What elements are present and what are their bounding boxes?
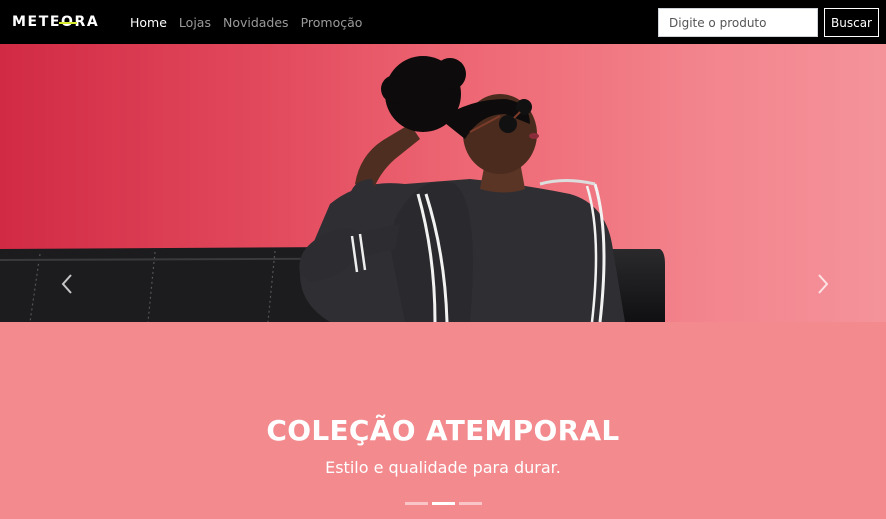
search-input[interactable] <box>658 8 818 37</box>
caption-subtitle: Estilo e qualidade para durar. <box>325 458 561 477</box>
carousel-indicator-3[interactable] <box>459 502 482 505</box>
chevron-left-icon <box>61 274 72 294</box>
carousel-indicators <box>405 502 482 505</box>
carousel-caption: COLEÇÃO ATEMPORAL Estilo e qualidade par… <box>0 322 886 519</box>
nav-links: Home Lojas Novidades Promoção <box>130 0 374 44</box>
carousel-prev-button[interactable] <box>0 44 130 322</box>
brand-logo[interactable]: METEORA <box>12 13 99 31</box>
chevron-right-icon <box>818 274 829 294</box>
carousel-slide-image <box>0 44 886 322</box>
carousel-indicator-1[interactable] <box>405 502 428 505</box>
brand-accent-letter: O <box>59 14 76 30</box>
hero-photo <box>0 44 886 322</box>
brand-name: METEORA <box>12 14 100 30</box>
caption-title: COLEÇÃO ATEMPORAL <box>266 414 620 447</box>
nav-link-lojas[interactable]: Lojas <box>179 15 211 30</box>
top-navbar: METEORA Home Lojas Novidades Promoção Bu… <box>0 0 886 44</box>
carousel-indicator-2[interactable] <box>432 502 455 505</box>
search-button[interactable]: Buscar <box>824 8 879 37</box>
nav-link-home[interactable]: Home <box>130 15 167 30</box>
carousel-next-button[interactable] <box>756 44 886 322</box>
nav-link-novidades[interactable]: Novidades <box>223 15 289 30</box>
nav-link-promocao[interactable]: Promoção <box>301 15 363 30</box>
